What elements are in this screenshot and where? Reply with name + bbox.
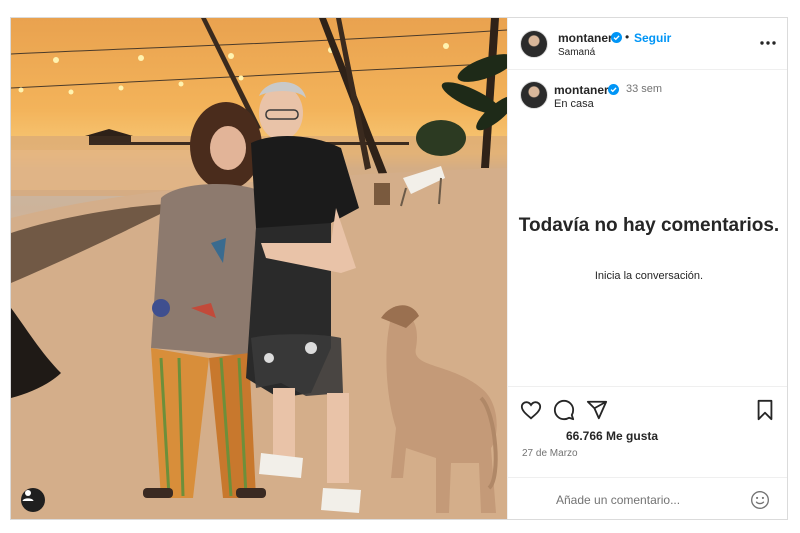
location-link[interactable]: Samaná: [558, 47, 595, 58]
avatar[interactable]: [520, 30, 548, 58]
post-header: montaner • Seguir Samaná: [508, 18, 787, 70]
post-side-panel: montaner • Seguir Samaná montaner 33 sem: [507, 18, 787, 519]
no-comments-subtitle: Inicia la conversación.: [594, 270, 704, 282]
beach-scene-image: [11, 18, 507, 519]
follow-button[interactable]: Seguir: [634, 31, 671, 45]
post-actions: 66.766 Me gusta 27 de Marzo: [508, 386, 787, 519]
separator-dot: •: [625, 30, 630, 44]
comment-input[interactable]: [556, 488, 736, 512]
post-date[interactable]: 27 de Marzo: [522, 448, 578, 459]
user-tag-icon[interactable]: [21, 488, 45, 512]
caption-username-link[interactable]: montaner: [554, 83, 609, 97]
heart-icon[interactable]: [520, 399, 542, 421]
caption-avatar[interactable]: [520, 81, 548, 109]
verified-badge-icon: [611, 32, 622, 43]
username-link[interactable]: montaner: [558, 31, 613, 45]
comment-bar: [508, 477, 787, 519]
post-photo[interactable]: [11, 18, 507, 519]
more-options-icon[interactable]: [758, 34, 778, 52]
likes-count[interactable]: 66.766 Me gusta: [566, 429, 658, 443]
verified-badge-icon: [608, 84, 619, 95]
share-icon[interactable]: [586, 399, 608, 421]
comment-icon[interactable]: [553, 399, 575, 421]
post-time[interactable]: 33 sem: [626, 83, 662, 95]
emoji-icon[interactable]: [750, 490, 770, 510]
bookmark-icon[interactable]: [754, 399, 776, 421]
instagram-post-modal: montaner • Seguir Samaná montaner 33 sem: [10, 17, 788, 520]
no-comments-title: Todavía no hay comentarios.: [518, 215, 780, 236]
caption-text: En casa: [554, 98, 594, 110]
